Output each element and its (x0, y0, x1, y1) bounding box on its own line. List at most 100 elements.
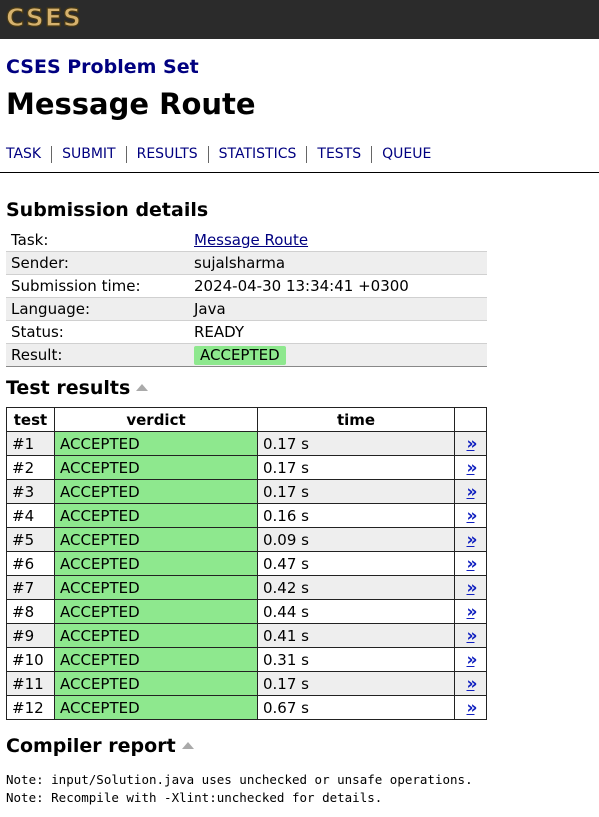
view-test-arrow-icon[interactable]: » (467, 458, 478, 478)
test-number: #6 (6, 551, 55, 576)
test-verdict: ACCEPTED (54, 503, 258, 528)
test-results-heading[interactable]: Test results (6, 377, 149, 399)
detail-label: Result: (6, 343, 189, 367)
test-verdict: ACCEPTED (54, 431, 258, 456)
view-test-arrow-icon[interactable]: » (467, 506, 478, 526)
test-details-cell: » (454, 695, 487, 720)
test-number: #4 (6, 503, 55, 528)
nav-task[interactable]: TASK (6, 146, 51, 163)
view-test-arrow-icon[interactable]: » (467, 530, 478, 550)
nav-statistics[interactable]: STATISTICS (207, 146, 307, 163)
test-number: #8 (6, 599, 55, 624)
detail-value: READY (189, 320, 487, 344)
detail-label: Task: (6, 229, 189, 252)
test-details-cell: » (454, 647, 487, 672)
detail-value: sujalsharma (189, 251, 487, 275)
test-verdict: ACCEPTED (54, 455, 258, 480)
test-details-cell: » (454, 623, 487, 648)
test-number: #7 (6, 575, 55, 600)
view-test-arrow-icon[interactable]: » (467, 434, 478, 454)
test-time: 0.31 s (257, 647, 455, 672)
test-number: #5 (6, 527, 55, 552)
detail-label: Submission time: (6, 274, 189, 298)
result-badge: ACCEPTED (194, 346, 286, 365)
test-time: 0.42 s (257, 575, 455, 600)
site-title-link[interactable]: CSES Problem Set (6, 55, 199, 79)
test-row: #1 ACCEPTED 0.17 s » (6, 431, 487, 456)
test-number: #12 (6, 695, 55, 720)
cses-logo[interactable]: CSES (5, 2, 82, 33)
nav-results[interactable]: RESULTS (125, 146, 208, 163)
divider (0, 172, 599, 173)
test-details-cell: » (454, 479, 487, 504)
test-verdict: ACCEPTED (54, 527, 258, 552)
test-results-table: test verdict time #1 ACCEPTED 0.17 s» #2 ACC… (6, 407, 487, 720)
test-number: #9 (6, 623, 55, 648)
view-test-arrow-icon[interactable]: » (467, 626, 478, 646)
view-test-arrow-icon[interactable]: » (467, 650, 478, 670)
detail-label: Language: (6, 297, 189, 321)
col-test: test (6, 407, 55, 432)
test-row: #7 ACCEPTED 0.42 s » (6, 575, 487, 600)
nav-queue[interactable]: QUEUE (371, 146, 441, 163)
detail-row-task: Task: Message Route (6, 229, 487, 252)
view-test-arrow-icon[interactable]: » (467, 554, 478, 574)
page-title: Message Route (6, 87, 256, 121)
col-link (454, 407, 487, 432)
test-time: 0.16 s (257, 503, 455, 528)
detail-value: ACCEPTED (189, 343, 487, 367)
view-test-arrow-icon[interactable]: » (467, 602, 478, 622)
test-row: #11 ACCEPTED 0.17 s » (6, 671, 487, 696)
test-time: 0.17 s (257, 431, 455, 456)
test-time: 0.44 s (257, 599, 455, 624)
compiler-report-heading[interactable]: Compiler report (6, 735, 194, 757)
test-number: #10 (6, 647, 55, 672)
compiler-line: Note: input/Solution.java uses unchecked… (6, 772, 473, 787)
test-results-label: Test results (6, 377, 131, 399)
test-row: #3 ACCEPTED 0.17 s » (6, 479, 487, 504)
detail-row-language: Language: Java (6, 297, 487, 321)
view-test-arrow-icon[interactable]: » (467, 698, 478, 718)
nav-submit[interactable]: SUBMIT (51, 146, 126, 163)
col-time: time (257, 407, 455, 432)
view-test-arrow-icon[interactable]: » (467, 578, 478, 598)
test-row: #6 ACCEPTED 0.47 s » (6, 551, 487, 576)
test-time: 0.47 s (257, 551, 455, 576)
collapse-triangle-icon[interactable] (181, 742, 194, 749)
task-link[interactable]: Message Route (194, 231, 308, 249)
detail-value: Message Route (189, 229, 487, 252)
test-time: 0.17 s (257, 671, 455, 696)
view-test-arrow-icon[interactable]: » (467, 674, 478, 694)
test-time: 0.09 s (257, 527, 455, 552)
test-details-cell: » (454, 551, 487, 576)
test-number: #3 (6, 479, 55, 504)
compiler-line: Note: Recompile with -Xlint:unchecked fo… (6, 790, 383, 805)
view-test-arrow-icon[interactable]: » (467, 482, 478, 502)
test-time: 0.17 s (257, 479, 455, 504)
test-verdict: ACCEPTED (54, 647, 258, 672)
nav-tests[interactable]: TESTS (306, 146, 371, 163)
detail-label: Sender: (6, 251, 189, 275)
test-verdict: ACCEPTED (54, 671, 258, 696)
test-details-cell: » (454, 503, 487, 528)
test-details-cell: » (454, 599, 487, 624)
test-details-cell: » (454, 455, 487, 480)
test-verdict: ACCEPTED (54, 551, 258, 576)
test-verdict: ACCEPTED (54, 575, 258, 600)
detail-value: Java (189, 297, 487, 321)
test-row: #9 ACCEPTED 0.41 s » (6, 623, 487, 648)
detail-row-result: Result: ACCEPTED (6, 343, 487, 367)
test-row: #12 ACCEPTED 0.67 s » (6, 695, 487, 720)
detail-row-sender: Sender: sujalsharma (6, 251, 487, 275)
test-row: #5 ACCEPTED 0.09 s » (6, 527, 487, 552)
test-verdict: ACCEPTED (54, 479, 258, 504)
test-verdict: ACCEPTED (54, 599, 258, 624)
test-time: 0.67 s (257, 695, 455, 720)
test-time: 0.17 s (257, 455, 455, 480)
test-details-cell: » (454, 575, 487, 600)
task-nav: TASK SUBMIT RESULTS STATISTICS TESTS QUE… (6, 146, 441, 163)
detail-label: Status: (6, 320, 189, 344)
collapse-triangle-icon[interactable] (136, 384, 149, 391)
detail-row-time: Submission time: 2024-04-30 13:34:41 +03… (6, 274, 487, 298)
detail-value: 2024-04-30 13:34:41 +0300 (189, 274, 487, 298)
